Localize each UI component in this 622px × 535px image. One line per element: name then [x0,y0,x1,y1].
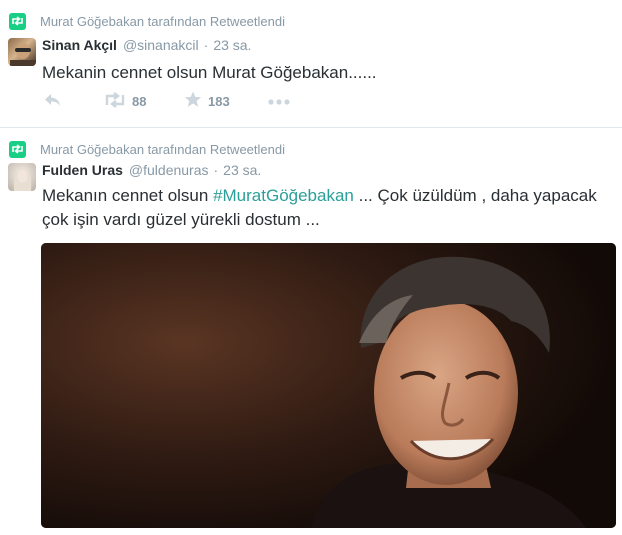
favorite-count: 183 [208,93,230,109]
more-icon [268,94,290,109]
retweet-icon [9,140,26,158]
retweet-icon [9,12,26,30]
tweet-text: Mekanin cennet olsun Murat Göğebakan....… [42,63,377,82]
username[interactable]: @sinanakcil [123,37,199,53]
fullname[interactable]: Fulden Uras [42,162,123,178]
avatar[interactable] [8,163,36,191]
retweet-context-text[interactable]: Murat Göğebakan tarafından Retweetlendi [40,142,285,157]
favorite-button[interactable]: 183 [184,91,268,111]
reply-button[interactable] [42,92,104,111]
retweet-context: Murat Göğebakan tarafından Retweetlendi [9,140,285,158]
avatar[interactable] [8,38,36,66]
tweet-text: Mekanın cennet olsun #MuratGöğebakan ...… [42,184,602,232]
reply-icon [42,92,62,111]
tweet-text-start: Mekanın cennet olsun [42,186,214,205]
tweet-actions: 88 183 [42,90,290,112]
retweet-context: Murat Göğebakan tarafından Retweetlendi [9,12,285,30]
fullname[interactable]: Sinan Akçıl [42,37,117,53]
separator: · [203,37,209,53]
retweet-count: 88 [132,93,147,109]
favorite-icon [184,91,202,111]
username[interactable]: @fuldenuras [129,162,209,178]
separator: · [213,162,219,178]
timestamp[interactable]: 23 sa. [223,162,261,178]
timestamp[interactable]: 23 sa. [213,37,251,53]
tweet-photo[interactable] [41,243,616,528]
tweet-header: Sinan Akçıl @sinanakcil · 23 sa. [42,37,251,55]
hashtag-link[interactable]: #MuratGöğebakan [213,186,354,205]
tweet-header: Fulden Uras @fuldenuras · 23 sa. [42,162,261,180]
retweet-context-text[interactable]: Murat Göğebakan tarafından Retweetlendi [40,14,285,29]
tweet[interactable]: Murat Göğebakan tarafından Retweetlendi … [0,0,622,128]
retweet-icon [104,91,126,111]
retweet-button[interactable]: 88 [104,91,184,111]
more-button[interactable] [268,94,290,109]
tweet[interactable]: Murat Göğebakan tarafından Retweetlendi … [0,128,622,535]
